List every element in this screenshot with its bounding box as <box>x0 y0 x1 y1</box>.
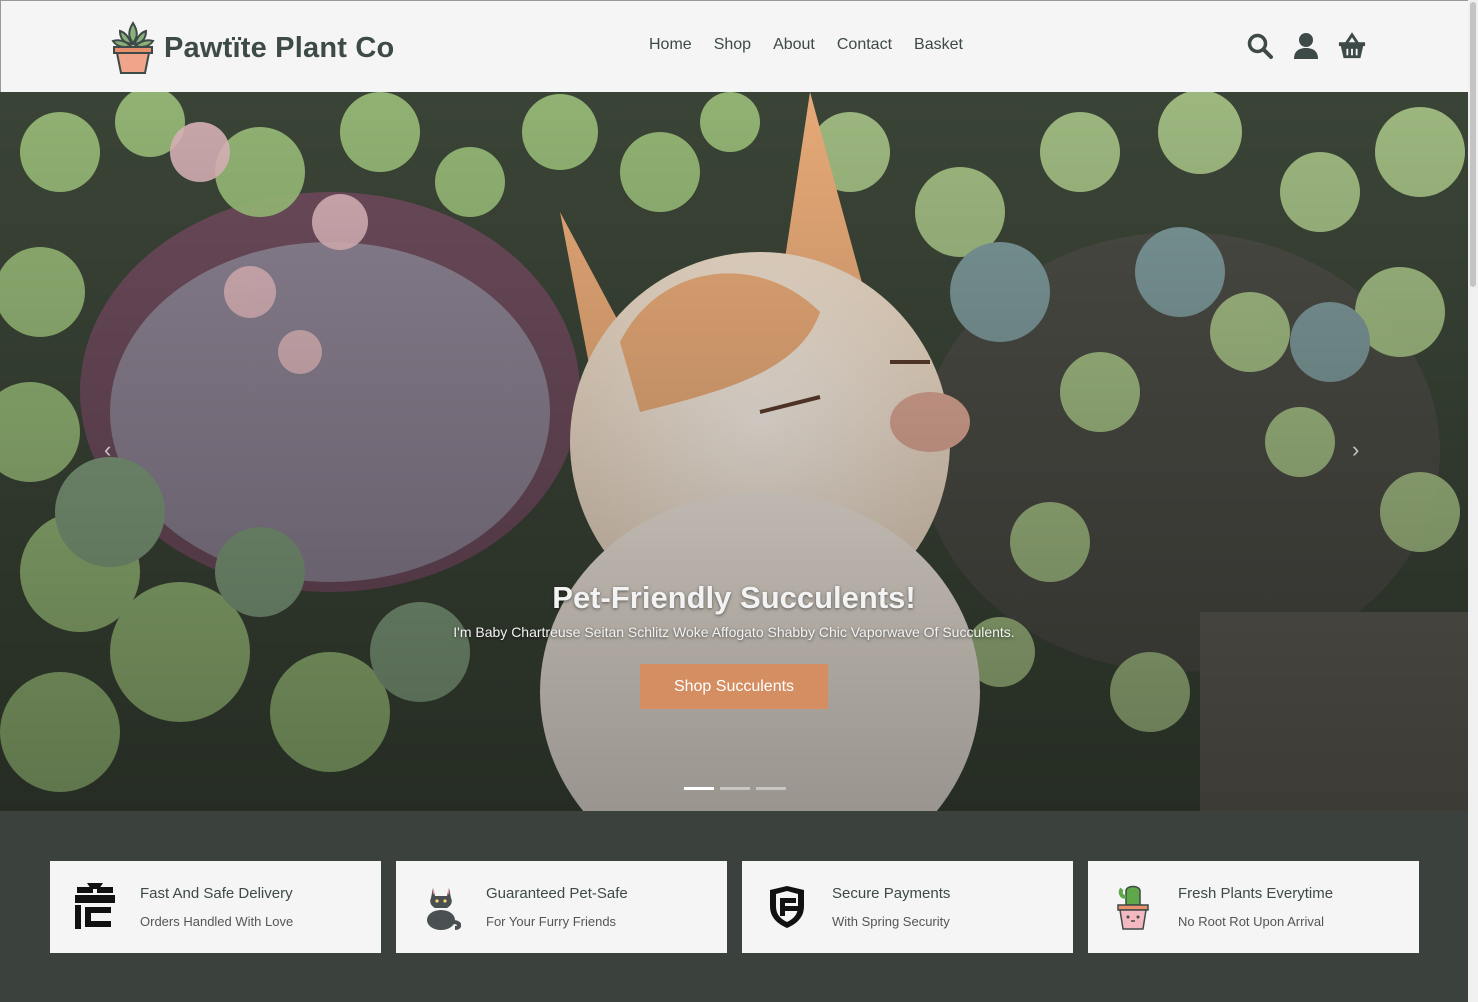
feature-card-payments: Secure Payments With Spring Security <box>742 861 1073 953</box>
feature-title: Guaranteed Pet-Safe <box>486 885 628 902</box>
hero-title: Pet-Friendly Succulents! <box>552 580 916 615</box>
delivery-box-icon <box>72 882 118 932</box>
nav-item-basket[interactable]: Basket <box>914 36 963 54</box>
features-section: Fast And Safe Delivery Orders Handled Wi… <box>0 811 1468 1002</box>
feature-card-pet-safe: Guaranteed Pet-Safe For Your Furry Frien… <box>396 861 727 953</box>
feature-subtitle: For Your Furry Friends <box>486 914 617 929</box>
shop-succulents-button[interactable]: Shop Succulents <box>640 664 828 709</box>
carousel-indicator[interactable] <box>756 787 786 790</box>
user-icon[interactable] <box>1292 32 1320 60</box>
nav-item-shop[interactable]: Shop <box>714 36 751 54</box>
search-icon[interactable] <box>1246 32 1274 60</box>
feature-card-delivery: Fast And Safe Delivery Orders Handled Wi… <box>50 861 381 953</box>
cat-icon <box>418 882 464 932</box>
scrollbar-thumb[interactable] <box>1470 2 1476 287</box>
brand-name: Pawtïte Plant Co <box>164 32 395 64</box>
succulent-pot-icon <box>108 17 158 80</box>
basket-icon[interactable] <box>1338 32 1366 60</box>
site-header: Pawtïte Plant Co Home Shop About Contact… <box>0 0 1468 92</box>
hero-subtitle: I'm Baby Chartreuse Seitan Schlitz Woke … <box>453 624 1015 640</box>
brand-logo[interactable]: Pawtïte Plant Co <box>108 17 394 80</box>
feature-title: Fresh Plants Everytime <box>1178 885 1334 902</box>
page-scrollbar[interactable] <box>1468 0 1478 1002</box>
carousel-prev-arrow[interactable]: ‹ <box>104 437 111 463</box>
nav-item-contact[interactable]: Contact <box>837 36 892 54</box>
header-icons <box>1246 32 1384 60</box>
feature-subtitle: Orders Handled With Love <box>140 914 294 929</box>
carousel-next-arrow[interactable]: › <box>1352 437 1359 463</box>
feature-subtitle: With Spring Security <box>832 914 950 929</box>
feature-title: Secure Payments <box>832 885 951 902</box>
shield-icon <box>764 882 810 932</box>
carousel-indicator[interactable] <box>720 787 750 790</box>
nav-item-home[interactable]: Home <box>649 36 692 54</box>
feature-subtitle: No Root Rot Upon Arrival <box>1178 914 1324 929</box>
feature-title: Fast And Safe Delivery <box>140 885 293 902</box>
carousel-indicators <box>684 787 786 790</box>
carousel-indicator[interactable] <box>684 787 714 790</box>
main-nav: Home Shop About Contact Basket <box>649 36 985 54</box>
feature-card-fresh-plants: Fresh Plants Everytime No Root Rot Upon … <box>1088 861 1419 953</box>
hero-carousel: ‹ › Pet-Friendly Succulents! I'm Baby Ch… <box>0 92 1468 811</box>
cactus-pot-icon <box>1110 882 1156 932</box>
nav-item-about[interactable]: About <box>773 36 815 54</box>
